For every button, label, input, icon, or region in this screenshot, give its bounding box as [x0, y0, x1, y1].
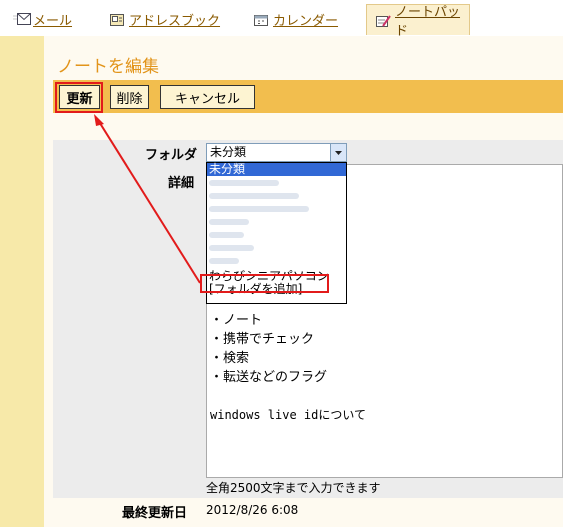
annotation-arrow — [94, 114, 201, 284]
last-updated-label: 最終更新日 — [122, 506, 188, 521]
char-limit-hint: 全角2500文字まで入力できます — [206, 481, 381, 495]
last-updated-value: 2012/8/26 6:08 — [206, 503, 299, 517]
